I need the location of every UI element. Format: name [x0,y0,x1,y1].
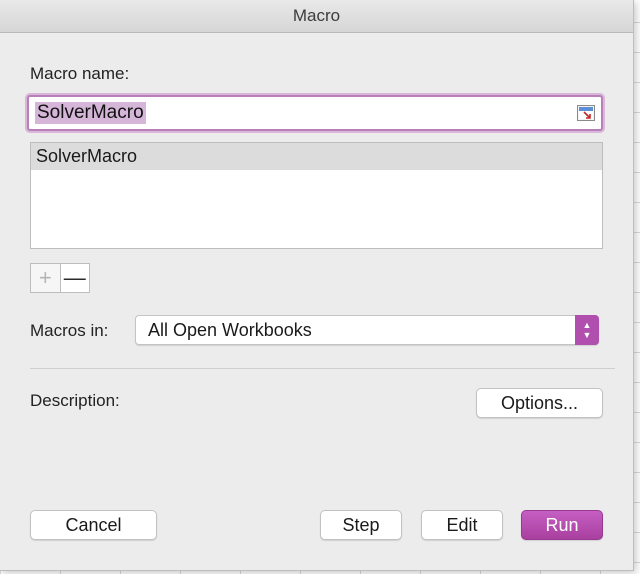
macros-in-select[interactable]: All Open Workbooks ▲ ▼ [135,315,599,345]
divider [30,368,615,369]
run-button[interactable]: Run [521,510,603,540]
macros-in-label: Macros in: [30,321,109,340]
select-arrows-icon[interactable]: ▲ ▼ [575,315,599,345]
description-label: Description: [30,391,120,410]
macro-list[interactable]: SolverMacro [30,142,603,249]
macro-name-value: SolverMacro [35,102,146,124]
macros-in-value: All Open Workbooks [148,319,312,340]
dialog-title: Macro [292,6,341,25]
macro-name-input[interactable]: SolverMacro [27,95,603,131]
list-add-remove-control: + — [30,263,90,293]
collapse-dialog-icon[interactable] [577,105,595,121]
dialog-titlebar[interactable]: Macro [0,0,633,33]
remove-macro-button[interactable]: — [60,264,89,292]
macro-name-label: Macro name: [30,64,130,83]
cancel-button[interactable]: Cancel [30,510,157,540]
options-button[interactable]: Options... [476,388,603,418]
step-button[interactable]: Step [320,510,402,540]
macro-dialog: Macro Macro name: SolverMacro SolverMacr… [0,0,634,571]
add-macro-button[interactable]: + [31,264,61,292]
edit-button[interactable]: Edit [421,510,503,540]
list-item[interactable]: SolverMacro [31,143,602,170]
